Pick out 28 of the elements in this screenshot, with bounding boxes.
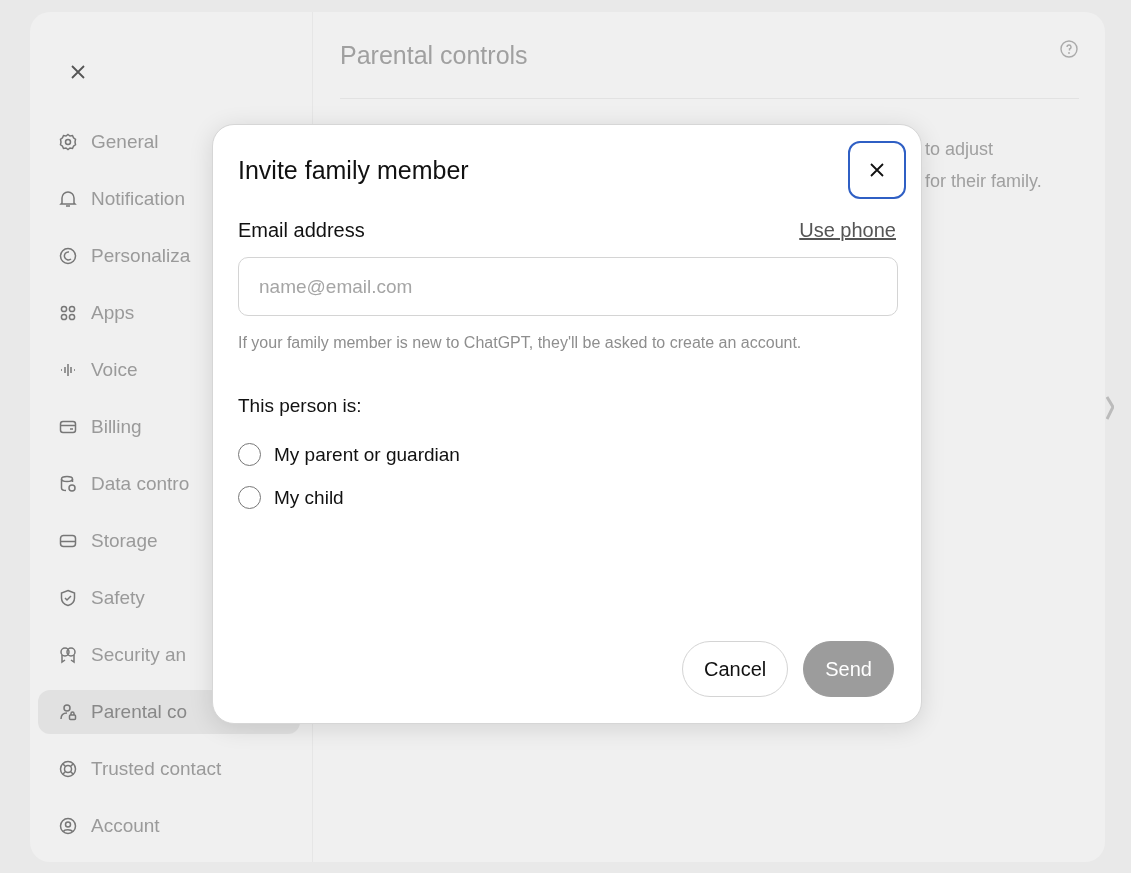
hint-text: If your family member is new to ChatGPT, they'll be asked to create an account. bbox=[238, 333, 803, 353]
sidebar-item[interactable]: Safety bbox=[38, 576, 300, 620]
email-input-field[interactable]: name@email.com bbox=[238, 257, 898, 316]
use-phone-link[interactable]: Use phone bbox=[799, 219, 896, 242]
sidebar-item[interactable]: Trusted contact bbox=[38, 747, 300, 791]
help-icon[interactable] bbox=[1059, 39, 1079, 59]
sidebar-item[interactable]: Storage bbox=[38, 519, 300, 563]
sidebar-icon bbox=[58, 132, 78, 152]
sidebar-item[interactable]: Account bbox=[38, 804, 300, 848]
cancel-button[interactable]: Cancel bbox=[682, 641, 789, 697]
sidebar-icon bbox=[58, 588, 78, 608]
question-label: This person is: bbox=[238, 395, 363, 417]
sidebar-item[interactable]: Security an bbox=[38, 633, 300, 677]
sidebar-icon bbox=[58, 189, 78, 209]
sidebar-icon bbox=[58, 303, 78, 323]
sidebar-icon bbox=[58, 474, 78, 494]
option-label[interactable]: My child bbox=[274, 486, 344, 509]
sidebar-icon bbox=[58, 645, 78, 665]
option-label[interactable]: My parent or guardian bbox=[274, 443, 460, 466]
description-text: to adjust for their family. bbox=[925, 138, 1043, 193]
sidebar-icon bbox=[58, 816, 78, 836]
dialog-title: Invite family member bbox=[238, 155, 469, 185]
sidebar-icon bbox=[58, 246, 78, 266]
close-button[interactable] bbox=[848, 141, 906, 199]
sidebar-icon bbox=[58, 702, 78, 722]
sidebar-icon bbox=[58, 759, 78, 779]
field-label: Email address bbox=[238, 219, 365, 242]
page-title: Parental controls bbox=[340, 40, 528, 70]
